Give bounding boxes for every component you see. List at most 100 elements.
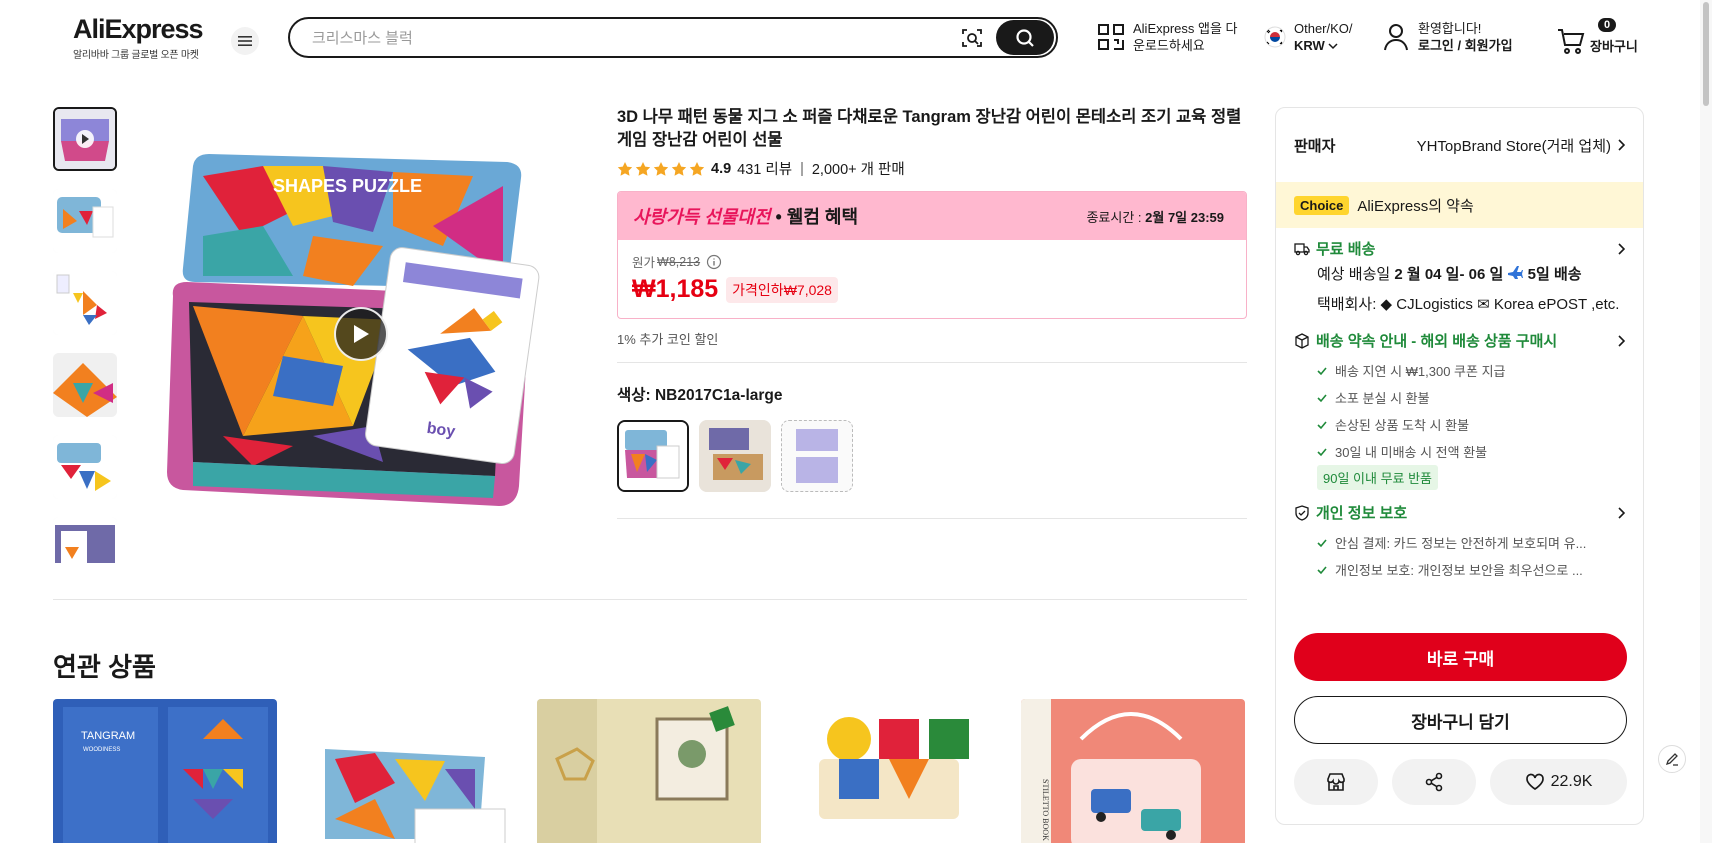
share-icon	[1425, 772, 1443, 792]
thumbnail-4[interactable]	[53, 353, 117, 417]
check-icon	[1317, 538, 1327, 547]
locale-selector[interactable]: Other/KO/ KRW	[1264, 20, 1353, 54]
list-item: 소포 분실 시 환불	[1317, 384, 1625, 411]
promo-end-time: 2월 7일 23:59	[1145, 209, 1224, 225]
logo-text: AliExpress	[73, 14, 204, 44]
free-return-tag: 90일 이내 무료 반품	[1317, 465, 1439, 490]
original-price: 원가 ₩8,213	[632, 252, 1232, 271]
check-icon	[1317, 447, 1327, 456]
search-bar	[288, 17, 1058, 58]
related-product-card[interactable]: STILETTO BOOK	[1021, 699, 1245, 843]
color-label: 색상: NB2017C1a-large	[617, 387, 783, 404]
swatch-2[interactable]	[699, 420, 771, 492]
truck-icon	[1294, 242, 1310, 255]
logo-subtitle: 알리바바 그룹 글로벌 오픈 마켓	[73, 50, 199, 61]
account-login: 로그인 / 회원가입	[1418, 38, 1513, 53]
wishlist-button[interactable]: 22.9K	[1490, 759, 1627, 805]
star-icon	[635, 161, 651, 176]
privacy-row[interactable]: 개인 정보 보호	[1294, 502, 1625, 523]
menu-button[interactable]	[231, 27, 259, 55]
divider	[617, 518, 1247, 519]
app-download-text: AliExpress 앱을 다운로드하세요	[1133, 21, 1238, 53]
store-icon	[1327, 773, 1345, 791]
thumbnail-video[interactable]	[53, 107, 117, 171]
cart-badge: 0	[1598, 18, 1617, 32]
original-price-label: 원가	[632, 256, 656, 270]
related-products-title: 연관 상품	[53, 652, 156, 682]
shield-icon	[1295, 504, 1309, 521]
promo-box: 사랑가득 선물대전 • 웰컴 혜택 종료시간 : 2월 7일 23:59 원가 …	[617, 191, 1247, 319]
check-icon	[1317, 393, 1327, 402]
chevron-right-icon	[1618, 242, 1625, 255]
delivery-promise-row[interactable]: 배송 약속 안내 - 해외 배송 상품 구매시	[1294, 330, 1625, 351]
search-button[interactable]	[996, 20, 1054, 55]
choice-badge: Choice	[1294, 195, 1350, 215]
divider	[617, 362, 1247, 363]
info-icon	[707, 254, 722, 269]
rating-row: 4.9 431 리뷰 | 2,000+ 개 판매	[617, 158, 1247, 179]
play-icon	[354, 325, 369, 343]
star-rating	[617, 161, 705, 177]
main-product-image[interactable]: SHAPES PUZZLE boy	[133, 106, 591, 564]
buy-now-button[interactable]: 바로 구매	[1294, 633, 1627, 681]
search-input[interactable]	[312, 27, 952, 49]
thumbnail-5[interactable]	[53, 435, 117, 499]
swatch-large[interactable]	[617, 420, 689, 492]
discount-badge: 가격인하₩7,028	[726, 276, 838, 303]
cart-link[interactable]: 0 장바구니	[1556, 18, 1638, 55]
sold-count: 2,000+ 개 판매	[811, 162, 905, 178]
related-product-card[interactable]	[295, 699, 519, 843]
color-swatches	[617, 420, 1247, 492]
seller-row[interactable]: 판매자 YHTopBrand Store(거래 업체)	[1276, 108, 1643, 160]
aliexpress-logo[interactable]: AliExpress 알리바바 그룹 글로벌 오픈 마켓	[73, 14, 204, 61]
store-button[interactable]	[1294, 759, 1378, 805]
check-icon	[1317, 420, 1327, 429]
courier-info: 택배회사: ◆ CJLogistics ✉ Korea ePOST ,etc.	[1317, 296, 1620, 313]
app-download-link[interactable]: AliExpress 앱을 다운로드하세요	[1097, 20, 1243, 54]
check-icon	[1317, 565, 1327, 574]
korea-flag-icon	[1264, 26, 1286, 48]
current-price: ₩1,185	[632, 275, 719, 303]
chevron-right-icon	[1618, 139, 1625, 151]
section-divider	[53, 599, 1247, 600]
thumbnail-6[interactable]	[53, 517, 117, 563]
related-product-card[interactable]: TANGRAM WOODINESS	[53, 699, 277, 843]
add-to-cart-button[interactable]: 장바구니 담기	[1294, 696, 1627, 744]
related-product-card[interactable]	[779, 699, 1003, 843]
review-count[interactable]: 431 리뷰	[737, 158, 792, 179]
play-video-button[interactable]	[334, 307, 388, 361]
page-scrollbar[interactable]	[1700, 0, 1712, 843]
delivery-estimate: 예상 배송일 2 월 04 일- 06 일 5일 배송	[1294, 263, 1625, 287]
promo-time-label: 종료시간 :	[1086, 209, 1142, 225]
thumbnail-3[interactable]	[53, 271, 117, 335]
free-shipping-row[interactable]: 무료 배송	[1294, 238, 1625, 259]
check-icon	[1317, 366, 1327, 375]
chevron-right-icon	[1618, 334, 1625, 347]
choice-bar: Choice AliExpress의 약속	[1276, 182, 1643, 228]
product-title: 3D 나무 패턴 동물 지그 소 퍼즐 다채로운 Tangram 장난감 어린이…	[617, 108, 1242, 149]
locale-region: Other/KO/	[1294, 21, 1353, 36]
account-menu[interactable]: 환영합니다! 로그인 / 회원가입	[1382, 20, 1513, 54]
feedback-button[interactable]	[1658, 745, 1686, 773]
cart-label: 장바구니	[1590, 39, 1638, 54]
rating-value: 4.9	[711, 160, 732, 177]
qr-code-icon	[1098, 24, 1124, 50]
card-subtext: WOODINESS	[83, 747, 120, 753]
related-product-card[interactable]	[537, 699, 761, 843]
scrollbar-thumb[interactable]	[1703, 2, 1709, 106]
share-button[interactable]	[1392, 759, 1476, 805]
original-price-value: ₩8,213	[657, 254, 701, 269]
thumbnail-2[interactable]	[53, 189, 117, 253]
eta-prefix: 예상 배송일	[1317, 266, 1395, 283]
image-search-icon[interactable]	[960, 26, 984, 50]
list-item: 개인정보 보호: 개인정보 보안을 최우선으로 ...	[1317, 556, 1625, 583]
cart-icon	[1558, 29, 1585, 54]
wishlist-count: 22.9K	[1550, 773, 1593, 790]
user-icon	[1384, 24, 1408, 51]
swatch-3[interactable]	[781, 420, 853, 492]
eta-days: 5일 배송	[1527, 266, 1582, 283]
seller-name: YHTopBrand Store(거래 업체)	[1416, 137, 1611, 155]
promo-highlight: 사랑가득 선물대전	[633, 207, 771, 227]
delivery-promise-label: 배송 약속 안내 - 해외 배송 상품 구매시	[1316, 333, 1558, 350]
coin-discount-note: 1% 추가 코인 할인	[617, 332, 719, 347]
